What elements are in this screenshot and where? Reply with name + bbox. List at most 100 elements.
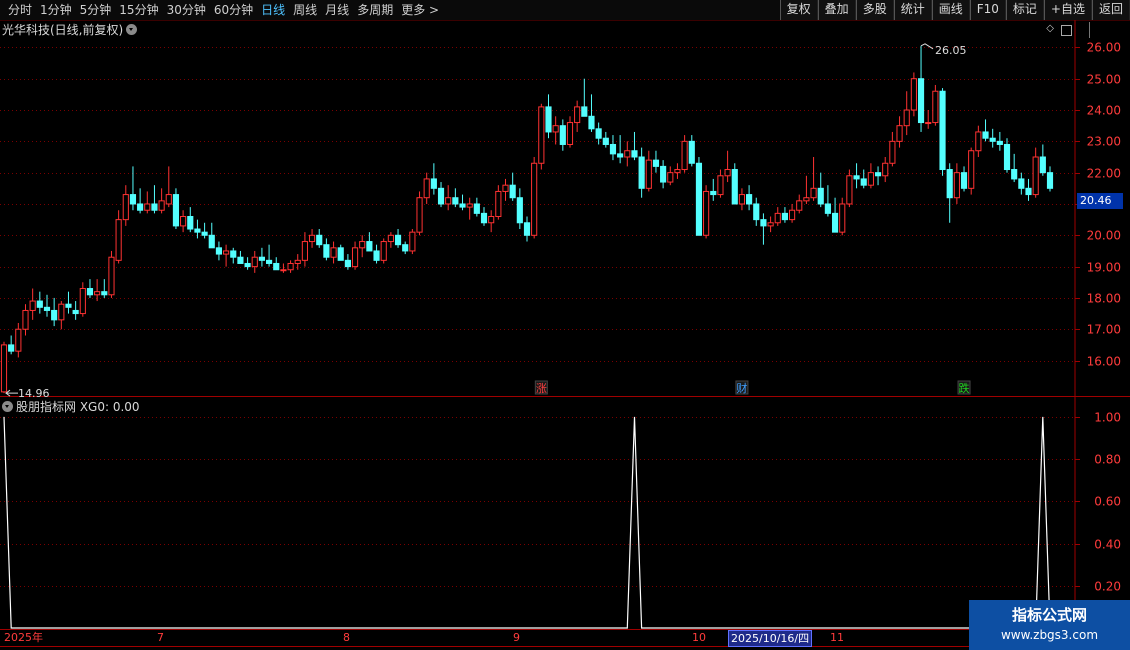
selected-date: 2025/10/16/四 — [728, 630, 813, 647]
candle-body-up — [674, 169, 681, 174]
candle-body-up — [681, 140, 688, 171]
candle-body-down — [1039, 156, 1046, 174]
candle-body-up — [846, 175, 853, 205]
candle-body-up — [158, 200, 165, 211]
candle-body-up — [387, 234, 394, 243]
candle-body-down — [824, 203, 831, 214]
price-tick-label: 19.00 — [1087, 261, 1121, 275]
candle-body-down — [695, 162, 703, 236]
high-annotation-label: 26.05 — [935, 44, 967, 57]
candle-body-down — [473, 203, 480, 214]
xg0-indicator-line — [3, 416, 1051, 629]
candle-body-down — [208, 234, 215, 249]
candle-body-up — [223, 250, 230, 255]
candle-body-down — [366, 241, 373, 252]
candle-body-down — [244, 262, 251, 268]
candle-body-down — [1018, 178, 1025, 189]
candle-body-down — [137, 203, 144, 211]
candle-body-up — [287, 262, 294, 271]
candle-body-down — [617, 153, 624, 158]
candle-body-up — [165, 194, 172, 205]
candle-body-up — [29, 300, 36, 311]
candle-body-up — [717, 175, 724, 196]
candle-body-down — [545, 106, 552, 133]
candle-body-down — [337, 247, 344, 261]
candle-body-up — [58, 303, 65, 321]
candle-body-up — [624, 150, 631, 158]
candle-body-up — [122, 194, 129, 221]
watermark-url: www.zbgs3.com — [1000, 628, 1099, 642]
candle-body-up — [552, 125, 559, 133]
candle-body-down — [452, 197, 459, 205]
candle-body-down — [746, 194, 753, 205]
candle-body-down — [101, 291, 108, 296]
candle-body-up — [1032, 156, 1039, 196]
candle-body-up — [839, 203, 846, 233]
candle-body-up — [889, 140, 896, 164]
price-tick-label: 26.00 — [1087, 41, 1121, 55]
candle-body-down — [996, 140, 1003, 145]
candle-body-down — [595, 128, 602, 139]
date-axis: 2025年 7 8 9 10 2025/10/16/四 11 — [0, 630, 1075, 647]
event-marker-2: 跌 — [959, 381, 970, 395]
candle-body-down — [402, 244, 409, 252]
candle-body-down — [516, 197, 523, 224]
indicator-tick-label: 0.80 — [1094, 453, 1121, 467]
candle-body-up — [882, 162, 889, 177]
candle-body-up — [953, 172, 960, 199]
candle-body-up — [409, 231, 416, 252]
candle-body-up — [767, 222, 774, 227]
candle-body-up — [330, 247, 337, 258]
candle-body-down — [373, 250, 380, 261]
candle-body-down — [831, 212, 839, 233]
candle-body-down — [172, 194, 180, 227]
candle-body-down — [459, 203, 466, 208]
candle-body-up — [280, 269, 287, 272]
candle-body-down — [652, 159, 660, 167]
candle-body-down — [266, 259, 273, 264]
candle-body-down — [65, 303, 72, 308]
candle-body-up — [531, 162, 538, 236]
date-label: 11 — [830, 631, 844, 644]
candle-body-down — [1003, 143, 1011, 171]
event-marker-0: 涨 — [536, 382, 547, 395]
candle-body-down — [781, 212, 788, 221]
candle-body-up — [15, 328, 22, 352]
price-tick-label: 20.00 — [1087, 229, 1121, 243]
chevron-down-icon[interactable] — [2, 401, 13, 412]
candle-body-down — [72, 309, 79, 315]
candle-body-up — [968, 150, 975, 189]
candle-body-down — [860, 178, 867, 186]
candle-body-down — [36, 300, 43, 308]
candle-body-down — [86, 288, 94, 296]
candle-body-up — [925, 122, 932, 125]
candle-body-down — [323, 244, 330, 258]
candle-body-up — [466, 203, 473, 208]
candle-body-down — [151, 203, 158, 211]
candle-body-up — [79, 288, 86, 315]
candle-body-up — [574, 106, 581, 124]
candle-body-down — [853, 175, 860, 180]
candle-body-down — [609, 143, 617, 155]
indicator-tick-label: 1.00 — [1094, 411, 1121, 425]
candle-body-down — [638, 156, 645, 189]
candle-body-up — [774, 212, 781, 224]
candle-body-up — [301, 241, 308, 261]
candle-body-up — [22, 309, 29, 330]
kline-chart[interactable]: 16.0017.0018.0019.0020.0021.0022.0023.00… — [0, 0, 1130, 650]
candle-body-down — [43, 306, 51, 311]
date-label: 7 — [157, 631, 164, 644]
candle-body-down — [710, 190, 717, 196]
candle-body-down — [753, 203, 760, 221]
candle-body-up — [294, 259, 301, 264]
candle-body-down — [1011, 169, 1018, 180]
candle-body-down — [631, 150, 638, 158]
indicator-tick-label: 0.20 — [1094, 580, 1121, 594]
candle-body-up — [351, 247, 359, 268]
candle-body-down — [437, 187, 445, 205]
candle-body-down — [989, 137, 996, 142]
candle-body-up — [488, 216, 495, 224]
candle-body-up — [667, 172, 674, 183]
candle-body-up — [538, 106, 545, 164]
candle-body-up — [144, 203, 151, 211]
